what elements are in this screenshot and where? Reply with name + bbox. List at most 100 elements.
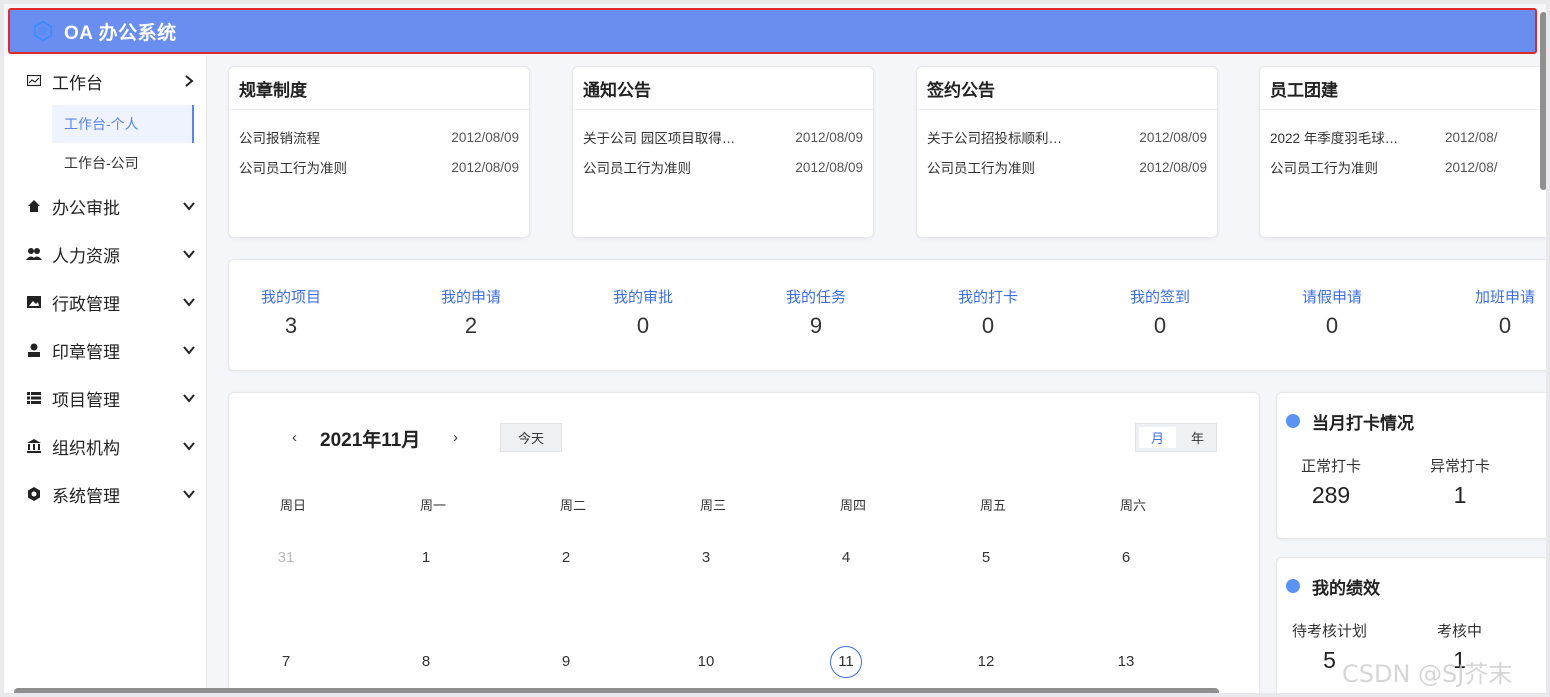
stat-my-projects[interactable]: 我的项目 3: [221, 286, 361, 339]
calendar-day-today[interactable]: 11: [830, 646, 862, 678]
performance-title-row: 我的绩效: [1286, 571, 1380, 601]
notice-card-title: 签约公告: [917, 67, 1217, 110]
attendance-normal-value: 289: [1311, 482, 1351, 508]
attendance-normal-label: 正常打卡: [1301, 458, 1362, 475]
prev-month-button[interactable]: ‹: [292, 429, 297, 446]
chevron-down-icon: [183, 490, 195, 499]
sidebar-item-label: 行政管理: [52, 294, 120, 314]
calendar-day[interactable]: 10: [691, 653, 721, 670]
mode-month-button[interactable]: 月: [1139, 427, 1176, 448]
list-icon: [26, 390, 42, 406]
calendar-day[interactable]: 8: [411, 653, 441, 670]
chevron-right-icon: [185, 75, 194, 87]
attendance-abnormal-label: 异常打卡: [1430, 458, 1491, 475]
stat-label: 我的申请: [440, 289, 501, 306]
sidebar-item-workbench[interactable]: 工作台: [4, 66, 206, 96]
sidebar-item-system[interactable]: 系统管理: [4, 479, 206, 509]
stat-label: 请假申请: [1301, 289, 1362, 306]
stat-my-applications[interactable]: 我的申请 2: [401, 286, 541, 339]
notice-text: 公司员工行为准则: [583, 161, 691, 176]
stat-my-clock-ins[interactable]: 我的打卡 0: [918, 286, 1058, 339]
today-button[interactable]: 今天: [500, 423, 562, 452]
bullet-dot-icon: [1286, 414, 1300, 428]
sidebar-item-admin[interactable]: 行政管理: [4, 287, 206, 317]
dashboard-icon: [26, 73, 42, 89]
calendar-day[interactable]: 3: [691, 549, 721, 566]
calendar-day[interactable]: 12: [971, 653, 1001, 670]
calendar-day[interactable]: 4: [831, 549, 861, 566]
stat-label: 加班申请: [1474, 289, 1535, 306]
notice-text: 关于公司招投标顺利…: [927, 131, 1062, 146]
notice-card-announcements: 通知公告 关于公司 园区项目取得… 2012/08/09 公司员工行为准则 2012…: [572, 66, 874, 238]
next-month-button[interactable]: ›: [453, 429, 458, 446]
notice-text: 公司员工行为准则: [1270, 161, 1378, 176]
subitem-workbench-company[interactable]: 工作台-公司: [52, 144, 194, 182]
notice-row[interactable]: 公司员工行为准则 2012/08/: [1260, 152, 1546, 182]
stat-value: 2: [464, 313, 478, 338]
notice-text: 关于公司 园区项目取得…: [583, 131, 736, 146]
subitem-label: 工作台-个人: [64, 116, 139, 132]
notice-row[interactable]: 关于公司招投标顺利… 2012/08/09: [917, 122, 1217, 152]
weekday-label: 周一: [420, 498, 447, 513]
stat-my-tasks[interactable]: 我的任务 9: [746, 286, 886, 339]
notice-row[interactable]: 公司员工行为准则 2012/08/09: [229, 152, 529, 182]
mode-year-button[interactable]: 年: [1179, 424, 1216, 451]
stat-overtime-requests[interactable]: 加班申请 0: [1435, 286, 1546, 339]
bank-icon: [26, 438, 42, 454]
stat-label: 我的项目: [260, 289, 321, 306]
notice-date: 2012/08/09: [451, 129, 519, 145]
performance-pending-label: 待考核计划: [1292, 623, 1368, 640]
stat-my-approvals[interactable]: 我的审批 0: [573, 286, 713, 339]
notice-text: 公司员工行为准则: [927, 161, 1035, 176]
sidebar-item-org[interactable]: 组织机构: [4, 431, 206, 461]
sidebar-item-project[interactable]: 项目管理: [4, 383, 206, 413]
calendar-day[interactable]: 5: [971, 549, 1001, 566]
notice-row[interactable]: 2022 年季度羽毛球… 2012/08/: [1260, 122, 1546, 152]
horizontal-scrollbar[interactable]: [14, 688, 1219, 693]
stat-value: 9: [809, 313, 823, 338]
notice-card-rules: 规章制度 公司报销流程 2012/08/09 公司员工行为准则 2012/08/09: [228, 66, 530, 238]
user-icon: [26, 342, 42, 358]
subitem-workbench-personal[interactable]: 工作台-个人: [52, 105, 194, 143]
attendance-title-row: 当月打卡情况: [1286, 406, 1414, 436]
subitem-label: 工作台-公司: [64, 155, 139, 171]
sidebar-item-hr[interactable]: 人力资源: [4, 239, 206, 269]
sidebar-item-label: 项目管理: [52, 390, 120, 410]
sidebar-item-seal[interactable]: 印章管理: [4, 335, 206, 365]
weekday-label: 周四: [840, 498, 867, 513]
notice-date: 2012/08/09: [1139, 159, 1207, 175]
main-content: 规章制度 公司报销流程 2012/08/09 公司员工行为准则 2012/08/09…: [207, 56, 1546, 693]
stat-value: 0: [1325, 313, 1339, 338]
notice-date: 2012/08/: [1445, 129, 1498, 145]
notice-date: 2012/08/09: [1139, 129, 1207, 145]
sidebar-item-label: 人力资源: [52, 246, 120, 266]
stat-value: 0: [1498, 313, 1512, 338]
calendar-day[interactable]: 13: [1111, 653, 1141, 670]
stat-label: 我的审批: [612, 289, 673, 306]
calendar-day[interactable]: 7: [271, 653, 301, 670]
chevron-down-icon: [183, 250, 195, 259]
notice-row[interactable]: 公司员工行为准则 2012/08/09: [573, 152, 873, 182]
home-icon: [26, 198, 42, 214]
calendar-day[interactable]: 9: [551, 653, 581, 670]
notice-row[interactable]: 关于公司 园区项目取得… 2012/08/09: [573, 122, 873, 152]
notice-row[interactable]: 公司员工行为准则 2012/08/09: [917, 152, 1217, 182]
notice-row[interactable]: 公司报销流程 2012/08/09: [229, 122, 529, 152]
sidebar-item-label: 办公审批: [52, 198, 120, 218]
calendar-mode-switch: 月 年: [1135, 423, 1217, 452]
vertical-scrollbar[interactable]: [1540, 12, 1546, 190]
chevron-down-icon: [183, 202, 195, 211]
stat-leave-requests[interactable]: 请假申请 0: [1262, 286, 1402, 339]
chevron-down-icon: [183, 346, 195, 355]
calendar-day[interactable]: 2: [551, 549, 581, 566]
calendar-day[interactable]: 6: [1111, 549, 1141, 566]
sidebar-item-approval[interactable]: 办公审批: [4, 191, 206, 221]
calendar-day[interactable]: 31: [271, 549, 301, 566]
sidebar-item-label: 工作台: [52, 73, 103, 93]
calendar-day[interactable]: 1: [411, 549, 441, 566]
users-icon: [26, 246, 42, 262]
attendance-normal: 正常打卡 289: [1301, 455, 1361, 509]
attendance-abnormal: 异常打卡 1: [1430, 455, 1490, 509]
notice-date: 2012/08/: [1445, 159, 1498, 175]
stat-my-sign-ins[interactable]: 我的签到 0: [1090, 286, 1230, 339]
